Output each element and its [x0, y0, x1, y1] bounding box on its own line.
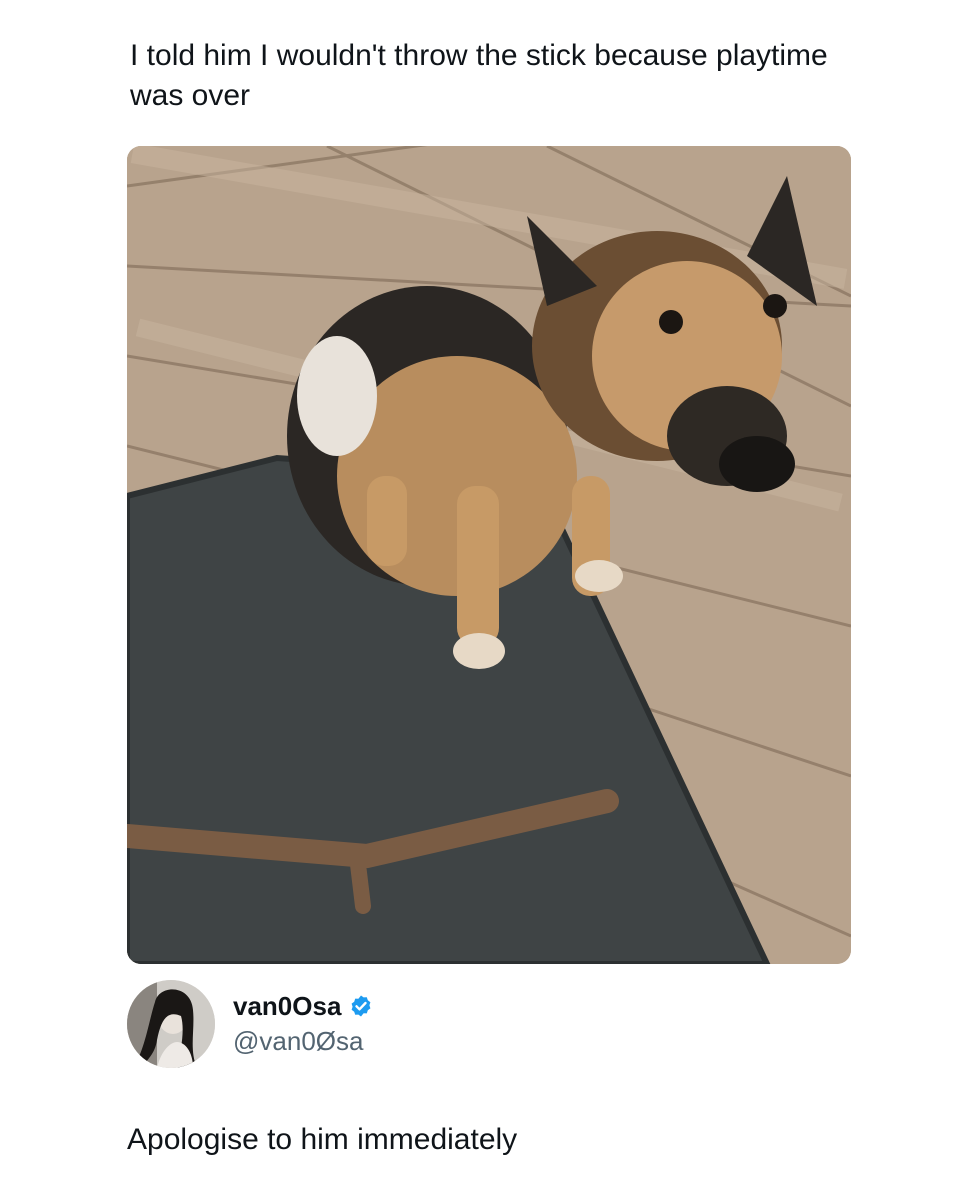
tweet-text: I told him I wouldn't throw the stick be…	[130, 39, 828, 112]
verified-badge-icon	[349, 994, 373, 1018]
user-avatar[interactable]	[127, 980, 215, 1068]
avatar-illustration	[127, 980, 215, 1068]
author-display-name[interactable]: van0Osa	[233, 990, 341, 1022]
photo-illustration	[127, 146, 851, 964]
author-handle[interactable]: @van0Øsa	[233, 1024, 373, 1058]
name-row: van0Osa	[233, 990, 373, 1022]
tweet-photo-dog-with-stick[interactable]	[127, 146, 851, 964]
author-names: van0Osa @van0Øsa	[233, 990, 373, 1058]
reply-text: Apologise to him immediately	[127, 1123, 518, 1156]
tweet-author[interactable]: van0Osa @van0Øsa	[127, 980, 373, 1068]
